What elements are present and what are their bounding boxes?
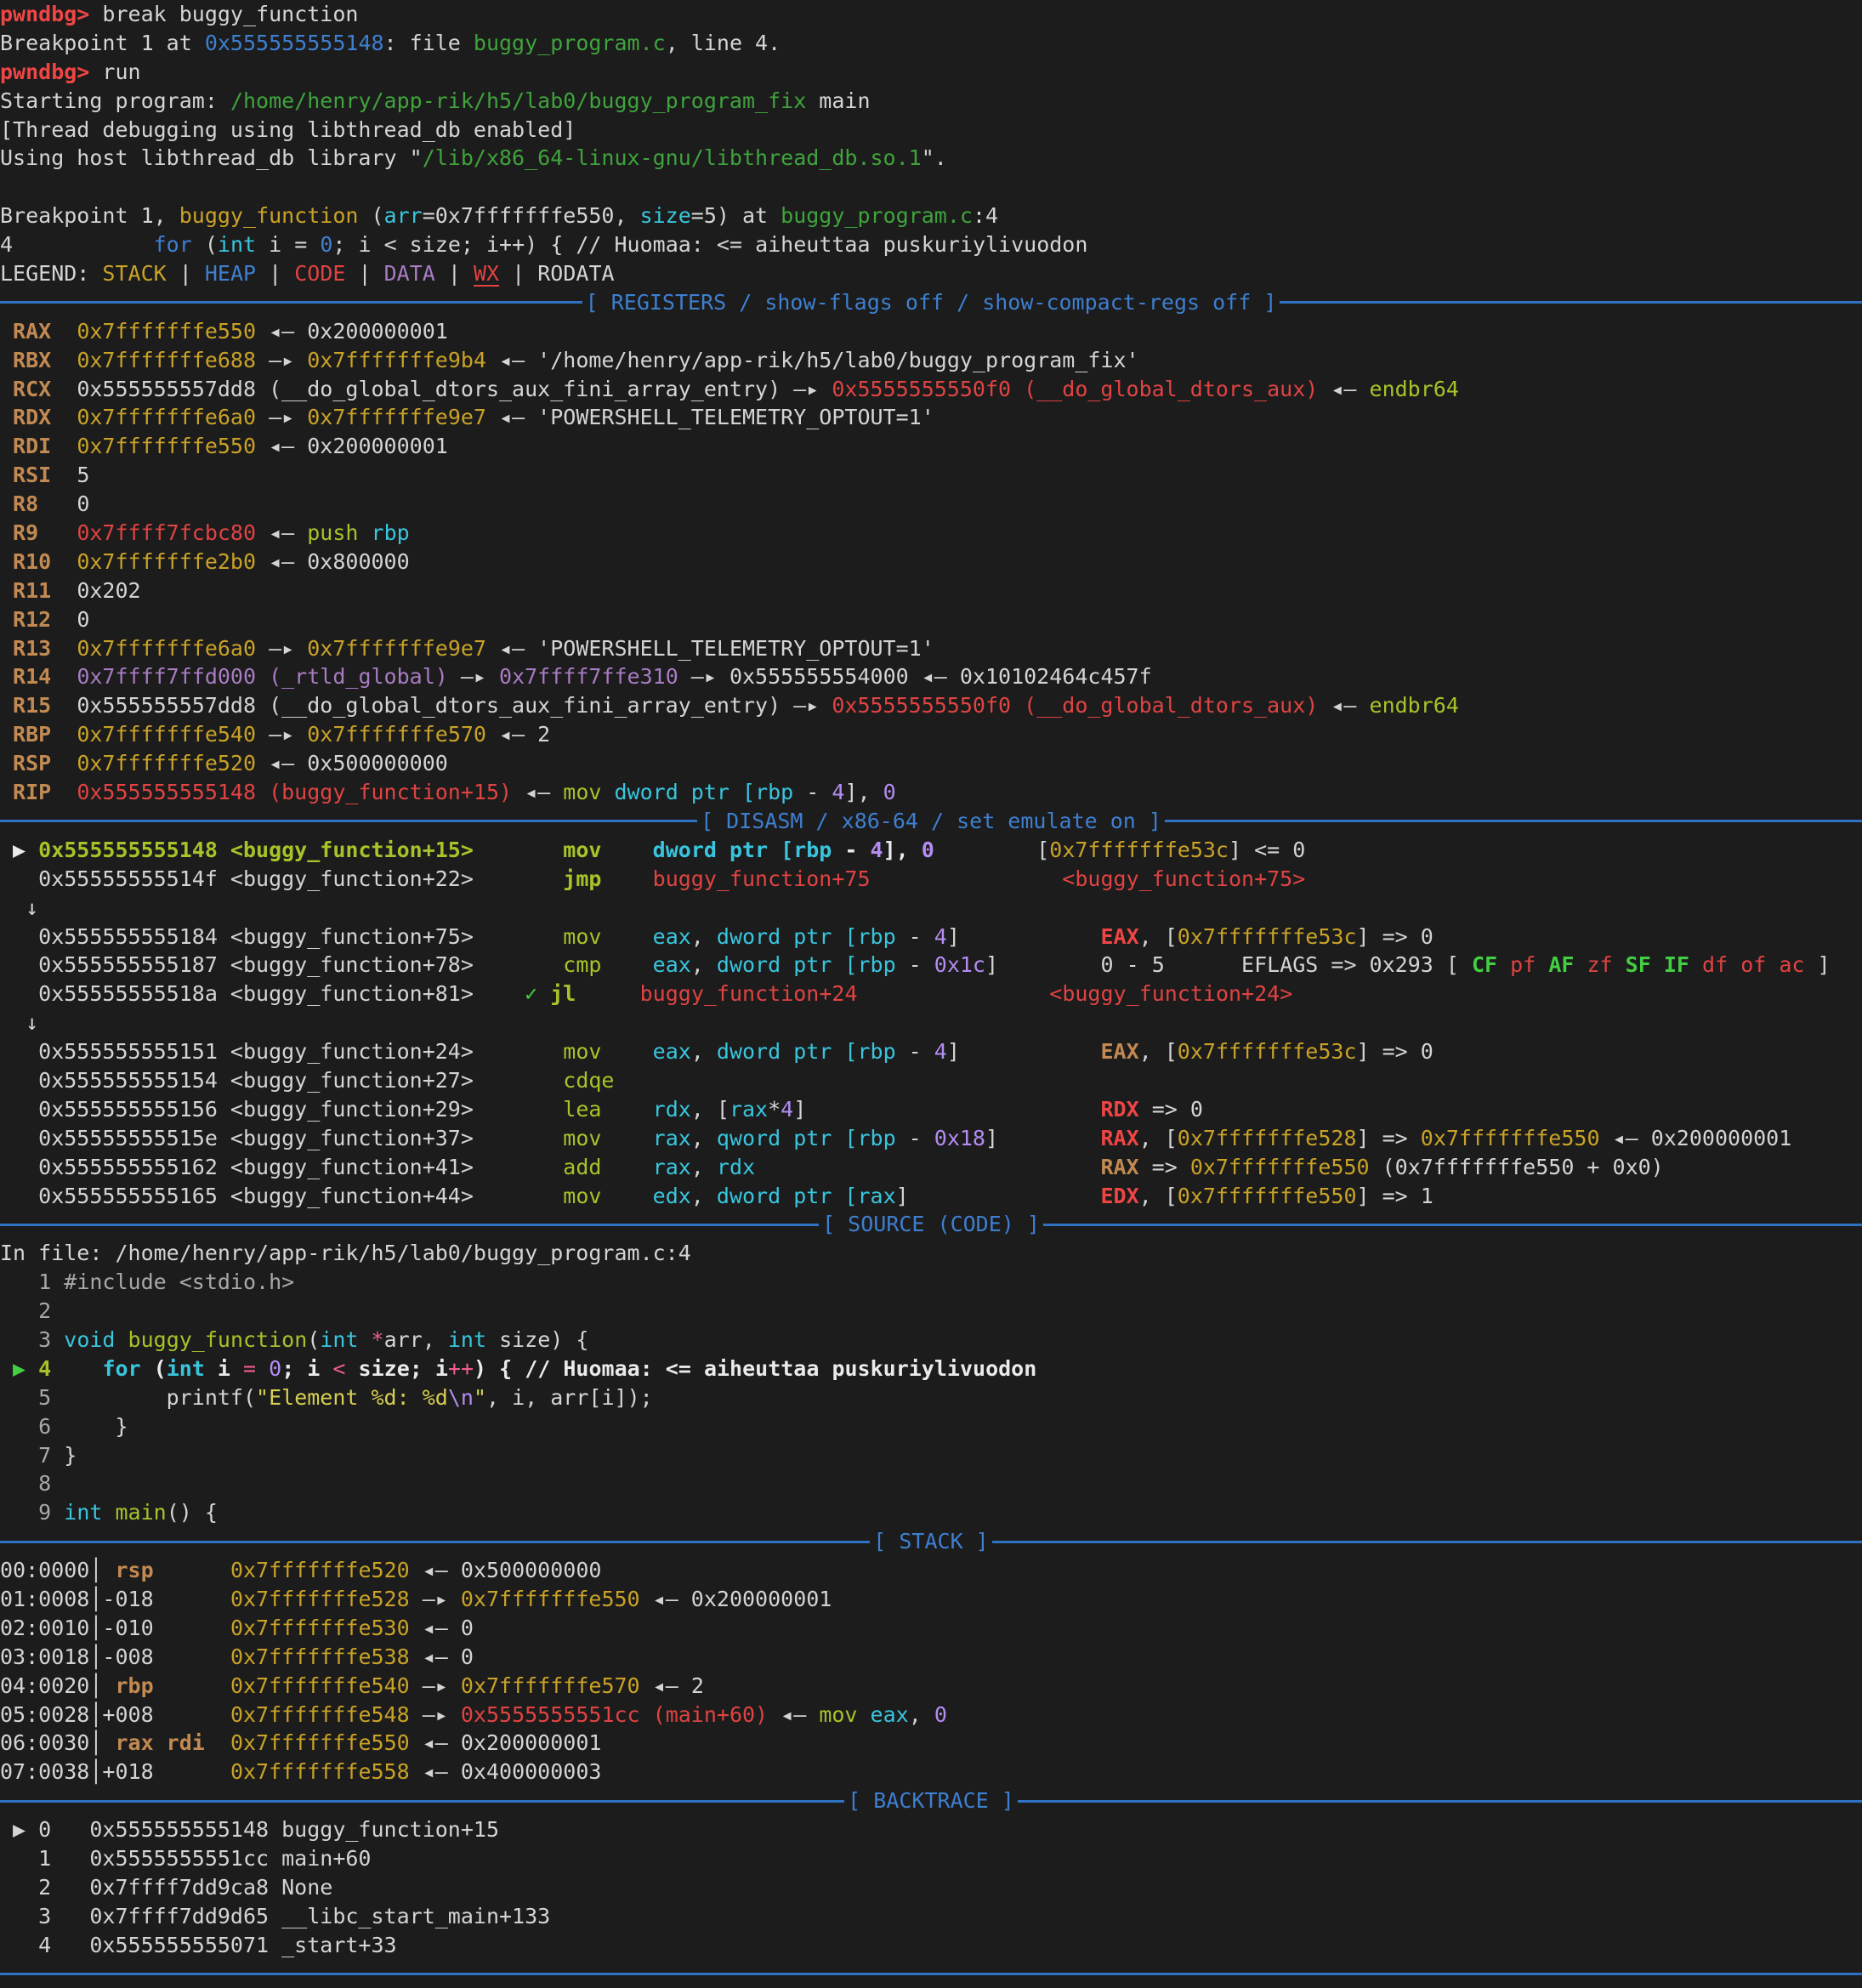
terminal-line: 5 printf("Element %d: %d\n", i, arr[i]); — [0, 1383, 1862, 1412]
terminal-line: 8 — [0, 1469, 1862, 1498]
separator-rule — [1165, 820, 1862, 822]
separator-disasm: [ DISASM / x86-64 / set emulate on ] — [0, 807, 1862, 836]
terminal-line: RBX 0x7fffffffe688 —▸ 0x7fffffffe9b4 ◂— … — [0, 346, 1862, 375]
separator-rule — [0, 820, 697, 822]
terminal-line: Breakpoint 1 at 0x555555555148: file bug… — [0, 29, 1862, 58]
terminal-line: 6 } — [0, 1412, 1862, 1441]
backtrace-frame-3: 3 0x7ffff7dd9d65 __libc_start_main+133 — [0, 1902, 1862, 1931]
terminal-line: [Thread debugging using libthread_db ena… — [0, 116, 1862, 145]
terminal-line: 04:0020│ rbp 0x7fffffffe540 —▸ 0x7ffffff… — [0, 1672, 1862, 1701]
terminal-line: R14 0x7ffff7ffd000 (_rtld_global) —▸ 0x7… — [0, 662, 1862, 691]
terminal-line: 0x555555555187 <buggy_function+78> cmp e… — [0, 951, 1862, 980]
terminal-line: 2 — [0, 1297, 1862, 1326]
section-title: [ BACKTRACE ] — [844, 1786, 1018, 1815]
separator-registers: [ REGISTERS / show-flags off / show-comp… — [0, 288, 1862, 317]
terminal-line: 0x555555555165 <buggy_function+44> mov e… — [0, 1182, 1862, 1211]
separator-backtrace: [ BACKTRACE ] — [0, 1786, 1862, 1815]
terminal-line: RDI 0x7fffffffe550 ◂— 0x200000001 — [0, 432, 1862, 461]
disasm-current-line: ▶ 0x555555555148 <buggy_function+15> mov… — [0, 836, 1862, 865]
backtrace-frame-2: 2 0x7ffff7dd9ca8 None — [0, 1873, 1862, 1902]
terminal-line: 3 void buggy_function(int *arr, int size… — [0, 1326, 1862, 1355]
backtrace-frame-0: ▶ 0 0x555555555148 buggy_function+15 — [0, 1815, 1862, 1844]
separator-source: [ SOURCE (CODE) ] — [0, 1210, 1862, 1239]
separator-rule — [0, 1800, 844, 1803]
terminal-line: ↓ — [0, 894, 1862, 923]
terminal-line: RDX 0x7fffffffe6a0 —▸ 0x7fffffffe9e7 ◂— … — [0, 403, 1862, 432]
terminal-line: 07:0038│+018 0x7fffffffe558 ◂— 0x4000000… — [0, 1758, 1862, 1786]
terminal-line: 9 int main() { — [0, 1498, 1862, 1527]
terminal-line: 03:0018│-008 0x7fffffffe538 ◂— 0 — [0, 1643, 1862, 1672]
terminal-line: 06:0030│ rax rdi 0x7fffffffe550 ◂— 0x200… — [0, 1729, 1862, 1758]
section-title: [ REGISTERS / show-flags off / show-comp… — [582, 288, 1280, 317]
terminal-line: RSI 5 — [0, 461, 1862, 490]
terminal-line: 7 } — [0, 1441, 1862, 1470]
terminal-line: 05:0028│+008 0x7fffffffe548 —▸ 0x5555555… — [0, 1701, 1862, 1730]
terminal-line: 4 for (int i = 0; i < size; i++) { // Hu… — [0, 230, 1862, 259]
terminal-line: R11 0x202 — [0, 577, 1862, 605]
terminal-line: RSP 0x7fffffffe520 ◂— 0x500000000 — [0, 749, 1862, 778]
terminal-line: Using host libthread_db library "/lib/x8… — [0, 144, 1862, 173]
terminal-line: ↓ — [0, 1008, 1862, 1037]
terminal-line: 0x55555555515e <buggy_function+37> mov r… — [0, 1124, 1862, 1153]
terminal-line: 0x555555555184 <buggy_function+75> mov e… — [0, 923, 1862, 951]
terminal-line: 0x55555555514f <buggy_function+22> jmp b… — [0, 865, 1862, 894]
separator-rule — [1280, 301, 1862, 304]
terminal-line: R15 0x555555557dd8 (__do_global_dtors_au… — [0, 691, 1862, 720]
terminal-line: 01:0008│-018 0x7fffffffe528 —▸ 0x7ffffff… — [0, 1585, 1862, 1614]
terminal-line: 0x55555555518a <buggy_function+81> ✓ jl … — [0, 980, 1862, 1008]
separator-rule — [992, 1541, 1862, 1543]
terminal-line: 0x555555555156 <buggy_function+29> lea r… — [0, 1095, 1862, 1124]
terminal-line: 0x555555555154 <buggy_function+27> cdqe — [0, 1066, 1862, 1095]
gdb-command-run: pwndbg> run — [0, 58, 1862, 87]
section-title: [ SOURCE (CODE) ] — [819, 1210, 1043, 1239]
separator-bottom — [0, 1960, 1862, 1988]
backtrace-frame-1: 1 0x5555555551cc main+60 — [0, 1844, 1862, 1873]
separator-rule — [1043, 1224, 1862, 1226]
terminal-line: RAX 0x7fffffffe550 ◂— 0x200000001 — [0, 317, 1862, 346]
terminal-line: 1 #include <stdio.h> — [0, 1268, 1862, 1297]
terminal-line: RIP 0x555555555148 (buggy_function+15) ◂… — [0, 778, 1862, 807]
terminal-line: R9 0x7ffff7fcbc80 ◂— push rbp — [0, 519, 1862, 548]
terminal-line: R8 0 — [0, 490, 1862, 519]
terminal-line: Breakpoint 1, buggy_function (arr=0x7fff… — [0, 202, 1862, 230]
separator-stack: [ STACK ] — [0, 1527, 1862, 1556]
separator-rule — [1018, 1800, 1862, 1803]
legend: LEGEND: STACK | HEAP | CODE | DATA | WX … — [0, 259, 1862, 288]
separator-rule — [0, 301, 582, 304]
terminal-line: RBP 0x7fffffffe540 —▸ 0x7fffffffe570 ◂— … — [0, 720, 1862, 749]
separator-rule — [0, 1973, 1862, 1975]
terminal-line: RCX 0x555555557dd8 (__do_global_dtors_au… — [0, 375, 1862, 404]
terminal-line: R12 0 — [0, 605, 1862, 634]
terminal-line: 0x555555555151 <buggy_function+24> mov e… — [0, 1037, 1862, 1066]
terminal-line: 00:0000│ rsp 0x7fffffffe520 ◂— 0x5000000… — [0, 1556, 1862, 1585]
source-current-line: ▶ 4 for (int i = 0; i < size; i++) { // … — [0, 1355, 1862, 1383]
pwndbg-terminal: pwndbg> break buggy_functionBreakpoint 1… — [0, 0, 1862, 1988]
terminal-line — [0, 173, 1862, 202]
terminal-line: 02:0010│-010 0x7fffffffe530 ◂— 0 — [0, 1614, 1862, 1643]
terminal-line: In file: /home/henry/app-rik/h5/lab0/bug… — [0, 1239, 1862, 1268]
section-title: [ DISASM / x86-64 / set emulate on ] — [697, 807, 1165, 836]
terminal-line: R10 0x7fffffffe2b0 ◂— 0x800000 — [0, 548, 1862, 577]
section-title: [ STACK ] — [870, 1527, 991, 1556]
separator-rule — [0, 1541, 870, 1543]
backtrace-frame-4: 4 0x555555555071 _start+33 — [0, 1931, 1862, 1960]
gdb-command-break: pwndbg> break buggy_function — [0, 0, 1862, 29]
terminal-line: R13 0x7fffffffe6a0 —▸ 0x7fffffffe9e7 ◂— … — [0, 634, 1862, 663]
terminal-line: 0x555555555162 <buggy_function+41> add r… — [0, 1153, 1862, 1182]
separator-rule — [0, 1224, 819, 1226]
terminal-line: Starting program: /home/henry/app-rik/h5… — [0, 87, 1862, 116]
